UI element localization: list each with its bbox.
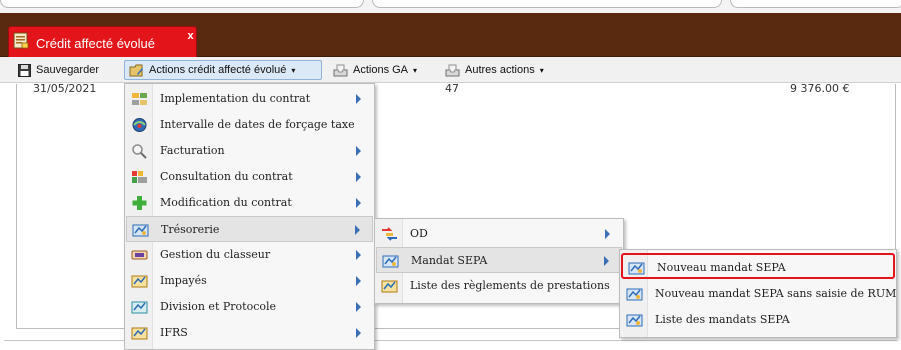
row-date: 31/05/2021	[33, 82, 97, 95]
menu-item-label: Implementation du contrat	[160, 92, 311, 105]
menu-item-label: Nouveau mandat SEPA sans saisie de RUM	[655, 287, 897, 300]
submenu-arrow-icon	[356, 172, 361, 182]
menu-item-ifrs[interactable]: IFRS	[126, 320, 373, 346]
menu-item-implementation[interactable]: Implementation du contrat	[126, 86, 373, 112]
menu-item-label: Mandat SEPA	[411, 254, 488, 267]
submenu-arrow-icon	[356, 276, 361, 286]
ifrs-icon	[131, 327, 148, 340]
new-mandate-no-rum-icon	[626, 288, 643, 301]
od-icon	[382, 227, 397, 241]
folder-edit-icon	[129, 64, 143, 76]
menu-item-tresorerie[interactable]: Trésorerie	[126, 216, 373, 242]
menu-item-label: Liste des règlements de prestations	[410, 279, 610, 292]
submenu-arrow-icon	[356, 302, 361, 312]
chevron-down-icon: ▾	[291, 65, 296, 75]
actions-ga-button[interactable]: Actions GA ▾	[329, 60, 421, 80]
actions-ga-label: Actions GA	[353, 64, 409, 76]
mandates-list-icon	[626, 314, 643, 327]
menu-item-date-range[interactable]: Intervalle de dates de forçage taxe	[126, 112, 373, 138]
menu-item-consultation[interactable]: Consultation du contrat	[126, 164, 373, 190]
other-actions-button[interactable]: Autres actions ▾	[441, 60, 548, 80]
menu-item-od[interactable]: OD	[376, 221, 622, 247]
close-icon[interactable]: x	[185, 30, 196, 42]
actions-credit-menu: Implementation du contrat Intervalle de …	[124, 83, 375, 350]
chevron-down-icon: ▾	[539, 65, 544, 75]
save-label: Sauvegarder	[36, 64, 99, 76]
menu-item-liste-reglements[interactable]: Liste des règlements de prestations	[376, 273, 622, 299]
tray-icon	[333, 64, 348, 76]
tresorerie-submenu: OD Mandat SEPA Liste des règlements de p…	[374, 218, 624, 304]
top-strip	[0, 0, 901, 14]
date-range-icon	[132, 118, 147, 132]
menu-item-label: Gestion du classeur	[160, 248, 271, 261]
floppy-disk-icon	[18, 63, 31, 77]
menu-item-nouveau-mandat-sans-rum[interactable]: Nouveau mandat SEPA sans saisie de RUM	[621, 281, 897, 307]
submenu-arrow-icon	[356, 250, 361, 260]
menu-item-label: Nouveau mandat SEPA	[657, 261, 786, 274]
menu-item-division[interactable]: Division et Protocole	[126, 294, 373, 320]
menu-item-modification[interactable]: Modification du contrat	[126, 190, 373, 216]
submenu-arrow-icon	[356, 94, 361, 104]
mandate-icon	[382, 255, 399, 268]
menu-item-impayes[interactable]: Impayés	[126, 268, 373, 294]
menu-item-label: Division et Protocole	[160, 300, 276, 313]
toolbar: Sauvegarder Actions crédit affecté évolu…	[0, 57, 901, 83]
unpaid-icon	[131, 275, 148, 288]
submenu-arrow-icon	[356, 198, 361, 208]
treasury-icon	[132, 224, 149, 237]
contract-implementation-icon	[132, 93, 147, 105]
menu-item-label: Impayés	[160, 274, 207, 287]
menu-item-mandat-sepa[interactable]: Mandat SEPA	[376, 247, 622, 273]
plus-icon	[132, 196, 147, 210]
magnifier-icon	[132, 144, 147, 159]
submenu-arrow-icon	[356, 146, 361, 156]
menu-item-label: Trésorerie	[161, 223, 220, 236]
menu-item-label: Facturation	[160, 144, 225, 157]
save-button[interactable]: Sauvegarder	[14, 60, 103, 80]
menu-item-label: Intervalle de dates de forçage taxe	[160, 118, 355, 131]
menu-item-liste-mandats[interactable]: Liste des mandats SEPA	[621, 307, 895, 333]
menu-item-label: Liste des mandats SEPA	[655, 313, 790, 326]
chevron-down-icon: ▾	[413, 65, 418, 75]
actions-credit-button[interactable]: Actions crédit affecté évolué ▾	[124, 60, 322, 80]
new-mandate-icon	[628, 262, 645, 275]
submenu-arrow-icon	[356, 328, 361, 338]
row-amount: 9 376.00 €	[790, 82, 850, 95]
payments-list-icon	[381, 280, 398, 293]
mandat-sepa-submenu: Nouveau mandat SEPA Nouveau mandat SEPA …	[619, 249, 897, 338]
menu-item-classeur[interactable]: Gestion du classeur	[126, 242, 373, 268]
top-field-3	[730, 0, 901, 8]
menu-item-facturation[interactable]: Facturation	[126, 138, 373, 164]
menu-item-label: OD	[410, 227, 428, 240]
binder-icon	[131, 250, 148, 260]
tab-bar: Crédit affecté évolué x	[0, 13, 901, 57]
submenu-arrow-icon	[355, 225, 360, 235]
menu-item-label: Consultation du contrat	[160, 170, 293, 183]
other-actions-label: Autres actions	[465, 64, 535, 76]
submenu-arrow-icon	[604, 256, 609, 266]
document-icon	[13, 32, 29, 49]
contract-consultation-icon	[132, 171, 147, 183]
tab-title: Crédit affecté évolué	[36, 36, 155, 51]
division-icon	[131, 301, 148, 314]
tray-icon	[445, 64, 460, 76]
submenu-arrow-icon	[605, 229, 610, 239]
row-number: 47	[445, 82, 459, 95]
tab-credit-affecte[interactable]: Crédit affecté évolué x	[8, 26, 197, 57]
menu-item-nouveau-mandat[interactable]: Nouveau mandat SEPA	[621, 253, 895, 279]
menu-item-label: IFRS	[160, 326, 188, 339]
actions-credit-label: Actions crédit affecté évolué	[149, 64, 287, 76]
menu-item-label: Modification du contrat	[160, 196, 292, 209]
top-field-2	[372, 0, 722, 8]
top-field-1	[0, 0, 364, 8]
